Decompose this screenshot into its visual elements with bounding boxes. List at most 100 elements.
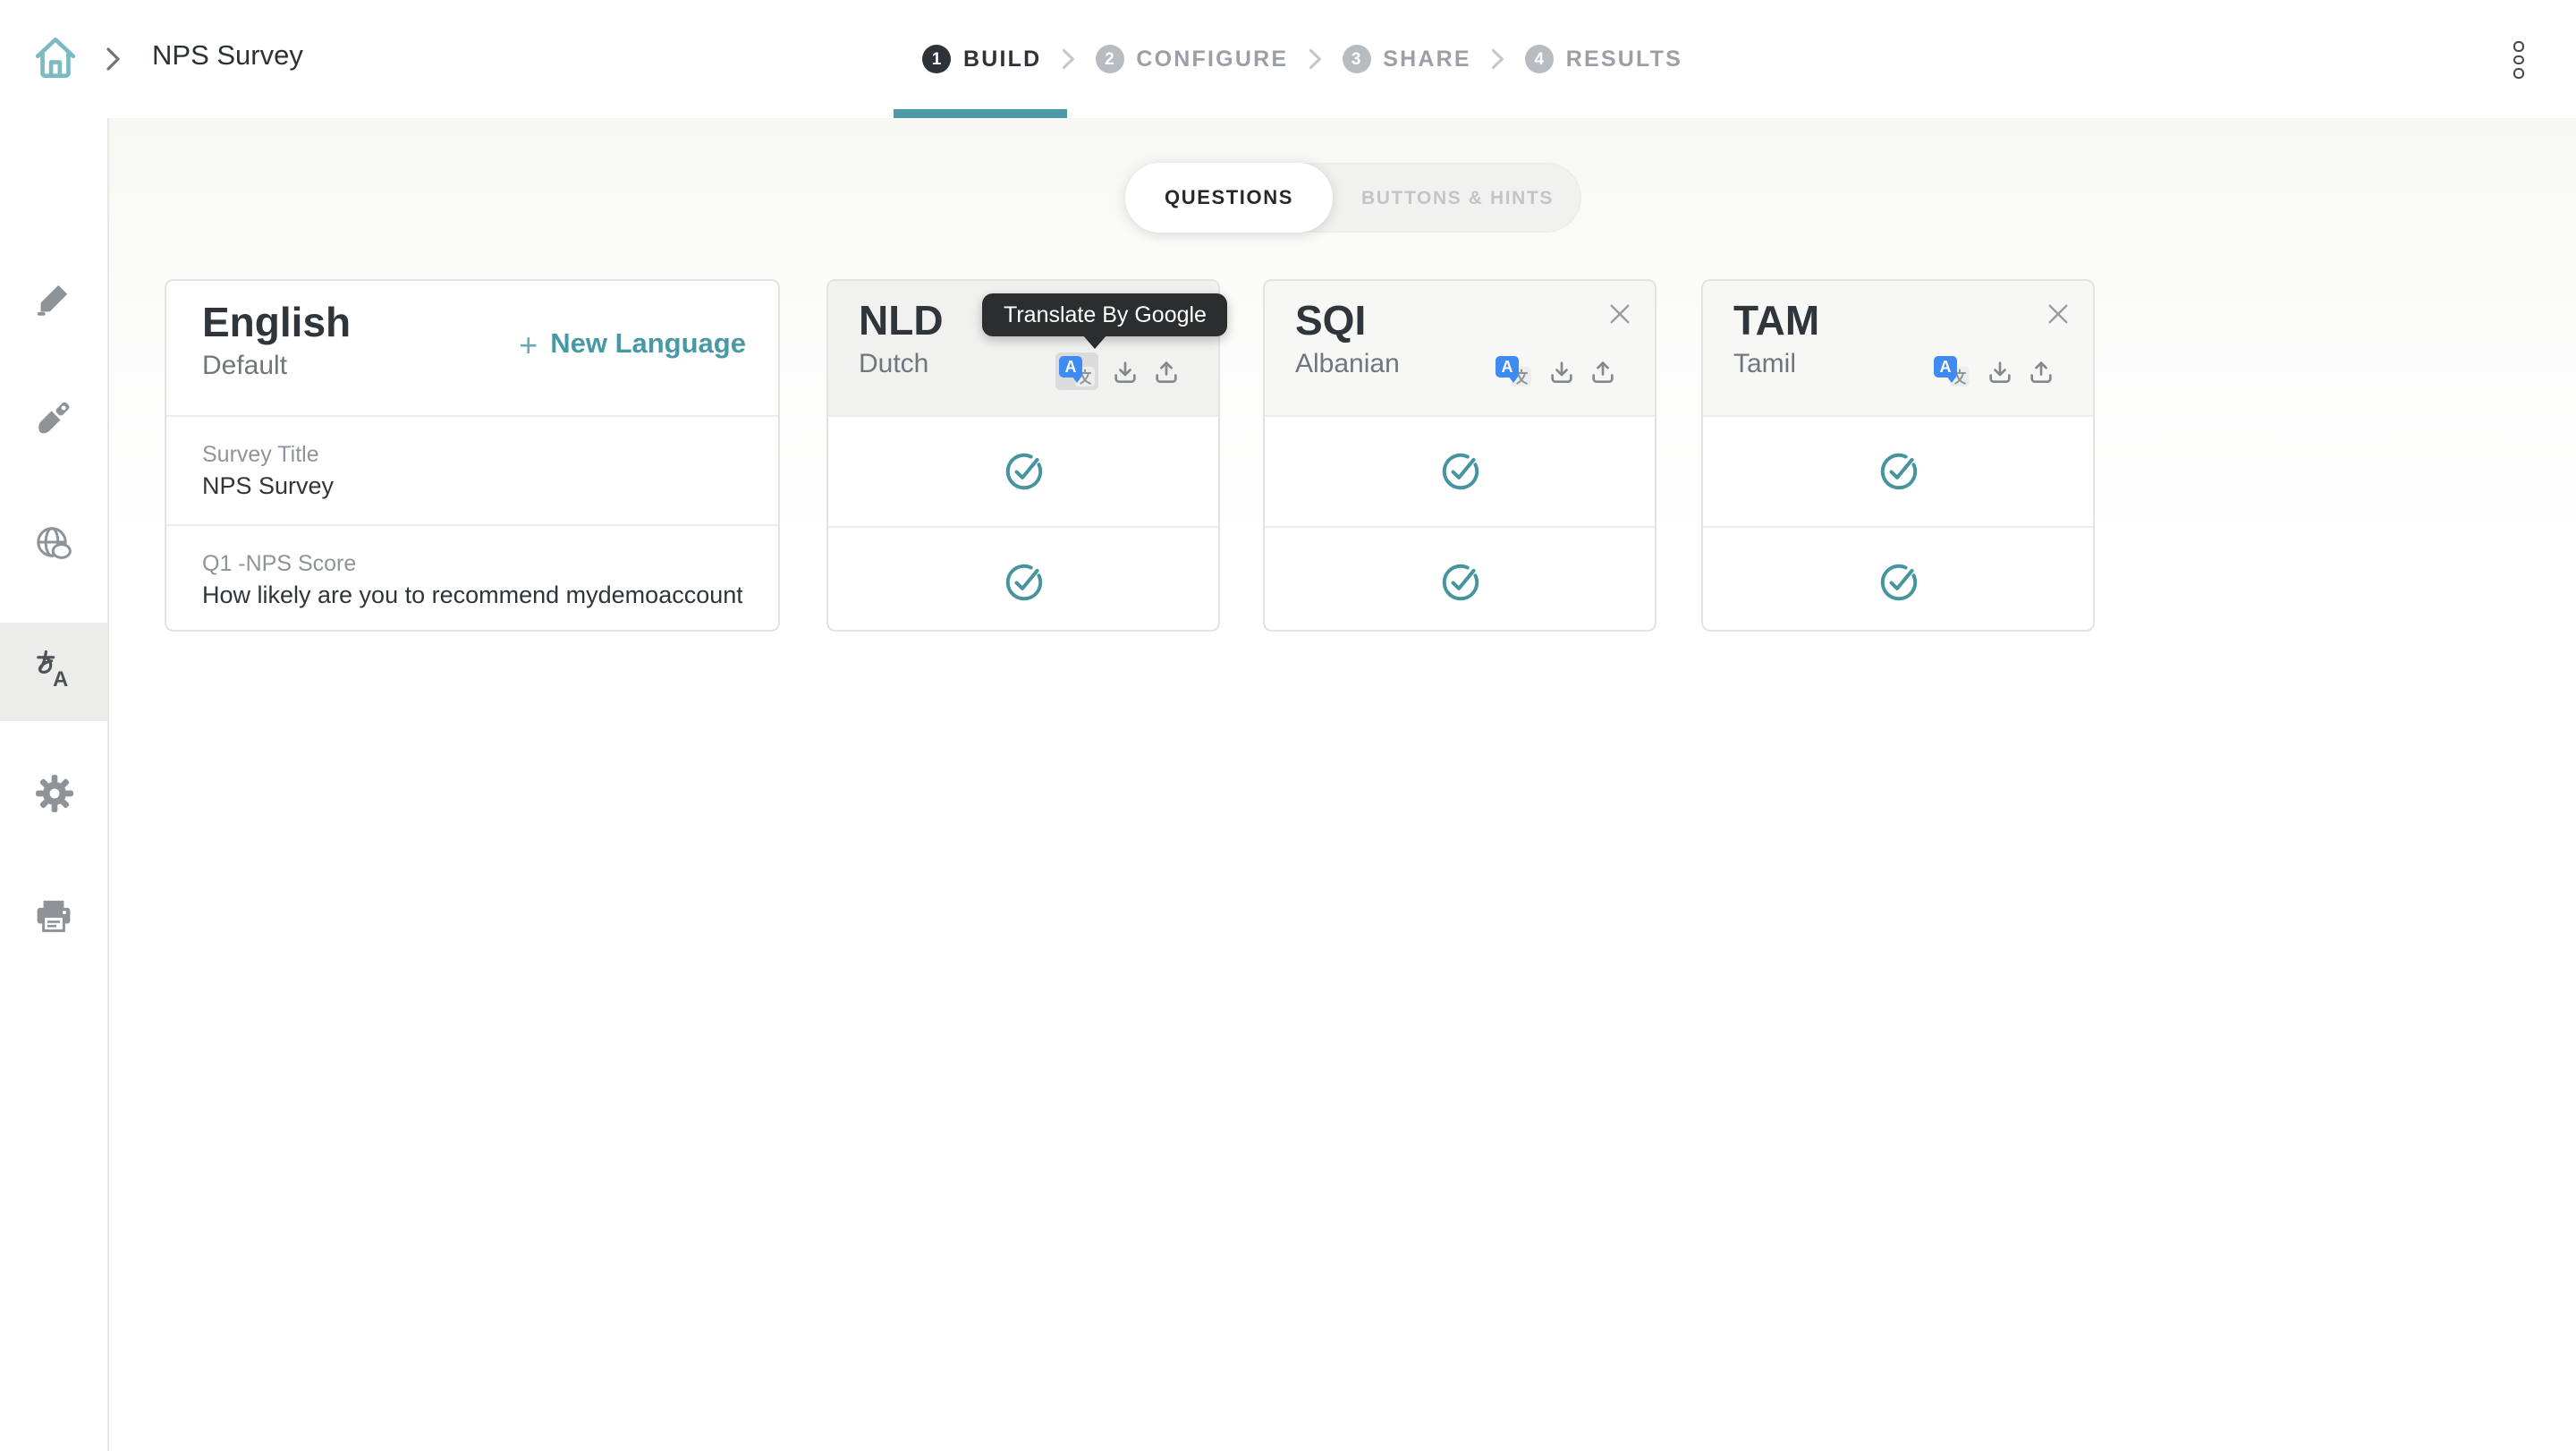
- sidebar-item-translations[interactable]: A: [0, 623, 107, 721]
- translation-status-row: [1265, 415, 1655, 526]
- remove-language-button[interactable]: [2043, 299, 2073, 329]
- translation-status-row: [1265, 526, 1655, 637]
- kebab-dot-icon: [2514, 68, 2524, 78]
- sidebar-item-settings[interactable]: [0, 746, 107, 844]
- check-circle-icon: [1877, 562, 1919, 603]
- upload-translation-button[interactable]: [1589, 357, 1617, 386]
- question-1-row[interactable]: Q1 -NPS Score How likely are you to reco…: [166, 524, 778, 633]
- step-label: CONFIGURE: [1136, 47, 1288, 72]
- step-label: SHARE: [1383, 47, 1471, 72]
- survey-title-row[interactable]: Survey Title NPS Survey: [166, 415, 778, 524]
- upload-translation-button[interactable]: [1152, 357, 1181, 386]
- language-code: TAM: [1733, 299, 2093, 344]
- check-circle-icon: [1003, 451, 1044, 492]
- svg-text:A: A: [53, 667, 68, 691]
- translate-a-icon: A: [1496, 356, 1519, 378]
- language-card-nld: NLD Dutch A: [826, 279, 1220, 632]
- language-title-block: English Default: [202, 301, 351, 415]
- translate-by-google-button[interactable]: A: [1492, 352, 1535, 390]
- default-language-card: English Default + New Language Survey Ti…: [165, 279, 780, 632]
- row-label: Survey Title: [202, 442, 742, 467]
- globe-icon: [32, 522, 75, 571]
- step-number-badge: 4: [1525, 45, 1554, 73]
- step-number-badge: 2: [1095, 45, 1123, 73]
- close-icon: [1608, 302, 1631, 326]
- download-icon: [1547, 357, 1576, 386]
- language-card-sqi: SQI Albanian A: [1263, 279, 1657, 632]
- language-code: SQI: [1295, 299, 1655, 344]
- upload-translation-button[interactable]: [2027, 357, 2055, 386]
- translate-a-icon: A: [1934, 356, 1957, 378]
- printer-icon: [32, 895, 75, 943]
- kebab-dot-icon: [2514, 55, 2524, 64]
- row-value: NPS Survey: [202, 472, 742, 499]
- translation-status-row: [828, 526, 1218, 637]
- language-card-header: SQI Albanian A: [1265, 281, 1655, 415]
- stepper-chevron-icon: [1061, 48, 1075, 70]
- step-share[interactable]: 3 SHARE: [1342, 0, 1471, 118]
- download-icon: [1986, 357, 2014, 386]
- step-results[interactable]: 4 RESULTS: [1525, 0, 1682, 118]
- step-label: BUILD: [963, 47, 1041, 72]
- top-bar: NPS Survey 1 BUILD 2 CONFIGURE 3 SHARE: [0, 0, 2576, 118]
- step-build[interactable]: 1 BUILD: [922, 0, 1041, 118]
- sidebar-item-build[interactable]: [0, 250, 107, 349]
- check-circle-icon: [1003, 562, 1044, 603]
- translate-tooltip: Translate By Google: [982, 293, 1228, 336]
- row-label: Q1 -NPS Score: [202, 551, 742, 576]
- home-icon: [30, 61, 80, 88]
- language-actions: A: [1055, 352, 1181, 390]
- upload-icon: [1152, 357, 1181, 386]
- tooltip-arrow: [1082, 335, 1107, 361]
- remove-language-button[interactable]: [1605, 299, 1635, 329]
- gear-icon: [33, 772, 74, 819]
- tooltip-text: Translate By Google: [1004, 302, 1207, 327]
- upload-icon: [2027, 357, 2055, 386]
- sidebar-item-global[interactable]: [0, 497, 107, 596]
- language-card-header: TAM Tamil A: [1703, 281, 2093, 415]
- plus-icon: +: [519, 329, 538, 361]
- language-title: English: [202, 301, 351, 346]
- app-root: NPS Survey 1 BUILD 2 CONFIGURE 3 SHARE: [0, 0, 2576, 1451]
- tab-label: QUESTIONS: [1165, 187, 1293, 208]
- sidebar-item-design[interactable]: [0, 372, 107, 471]
- tab-label: BUTTONS & HINTS: [1361, 187, 1554, 208]
- translate-by-google-button[interactable]: A: [1930, 352, 1973, 390]
- step-label: RESULTS: [1566, 47, 1682, 72]
- kebab-dot-icon: [2514, 41, 2524, 51]
- more-options-button[interactable]: [2504, 41, 2533, 81]
- translate-icon: A: [32, 648, 75, 696]
- step-configure[interactable]: 2 CONFIGURE: [1095, 0, 1288, 118]
- language-card-header: NLD Dutch A: [828, 281, 1218, 415]
- google-translate-icon: A: [1492, 352, 1535, 390]
- wizard-stepper: 1 BUILD 2 CONFIGURE 3 SHARE 4 RES: [922, 0, 1682, 118]
- download-translation-button[interactable]: [1111, 357, 1140, 386]
- language-subtitle: Default: [202, 352, 351, 382]
- check-circle-icon: [1877, 451, 1919, 492]
- check-circle-icon: [1439, 451, 1480, 492]
- breadcrumb-chevron-icon: [106, 47, 122, 81]
- stepper-chevron-icon: [1491, 48, 1505, 70]
- language-actions: A: [1492, 352, 1617, 390]
- language-actions: A: [1930, 352, 2055, 390]
- tab-buttons-hints[interactable]: BUTTONS & HINTS: [1333, 163, 1582, 233]
- sidebar-item-print[interactable]: [0, 870, 107, 968]
- stepper-chevron-icon: [1308, 48, 1322, 70]
- new-language-label: New Language: [550, 329, 746, 361]
- download-translation-button[interactable]: [1547, 357, 1576, 386]
- step-number-badge: 1: [922, 45, 951, 73]
- left-sidebar: A: [0, 118, 109, 1451]
- close-icon: [2046, 302, 2070, 326]
- step-number-badge: 3: [1342, 45, 1370, 73]
- home-button[interactable]: [29, 32, 82, 86]
- row-value: How likely are you to recommend mydemoac…: [202, 581, 742, 608]
- translation-status-row: [1703, 415, 2093, 526]
- download-translation-button[interactable]: [1986, 357, 2014, 386]
- language-card-tam: TAM Tamil A: [1701, 279, 2095, 632]
- download-icon: [1111, 357, 1140, 386]
- paint-brush-icon: [33, 398, 74, 445]
- default-language-header: English Default + New Language: [166, 281, 778, 415]
- new-language-button[interactable]: + New Language: [519, 329, 746, 361]
- main-content: QUESTIONS BUTTONS & HINTS English Defaul…: [107, 118, 2576, 1451]
- tab-questions[interactable]: QUESTIONS: [1125, 163, 1333, 233]
